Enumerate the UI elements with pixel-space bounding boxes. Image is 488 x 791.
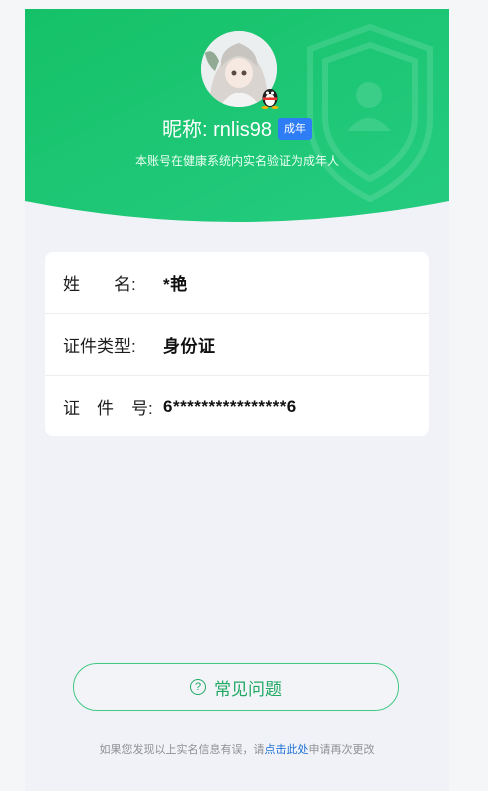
faq-button[interactable]: ? 常见问题 — [73, 663, 399, 711]
identity-card: 姓 名: *艳 证件类型: 身份证 证 件 号: 6**************… — [45, 252, 429, 436]
faq-label: 常见问题 — [214, 679, 282, 699]
name-value: *艳 — [163, 275, 188, 294]
info-row-id-type: 证件类型: 身份证 — [45, 314, 429, 376]
id-type-value: 身份证 — [163, 337, 216, 356]
verification-subtitle: 本账号在健康系统内实名验证为成年人 — [134, 154, 339, 168]
question-circle-icon: ? — [190, 679, 206, 695]
id-number-value: 6****************6 — [163, 396, 297, 416]
id-number-label: 证 件 号: — [63, 399, 153, 418]
footer-note: 如果您发现以上实名信息有误，请点击此处申请再次更改 — [25, 741, 449, 757]
name-label: 姓 名: — [63, 275, 136, 294]
nickname-row: 昵称: rnlis98 成年 — [25, 117, 449, 143]
page: 昵称: rnlis98 成年 本账号在健康系统内实名验证为成年人 姓 名: *艳 … — [25, 9, 449, 791]
adult-badge: 成年 — [278, 117, 313, 140]
nickname-text: 昵称: rnlis98 — [161, 119, 273, 141]
click-here-link[interactable]: 点击此处 — [265, 744, 309, 756]
footer-text-after: 申请再次更改 — [308, 744, 375, 756]
id-type-label: 证件类型: — [63, 337, 136, 356]
info-row-name: 姓 名: *艳 — [45, 252, 429, 314]
qq-penguin-icon — [259, 85, 281, 109]
info-row-id-number: 证 件 号: 6****************6 — [45, 376, 429, 436]
footer-text-before: 如果您发现以上实名信息有误，请 — [99, 744, 265, 756]
hero-header: 昵称: rnlis98 成年 本账号在健康系统内实名验证为成年人 — [25, 9, 449, 225]
